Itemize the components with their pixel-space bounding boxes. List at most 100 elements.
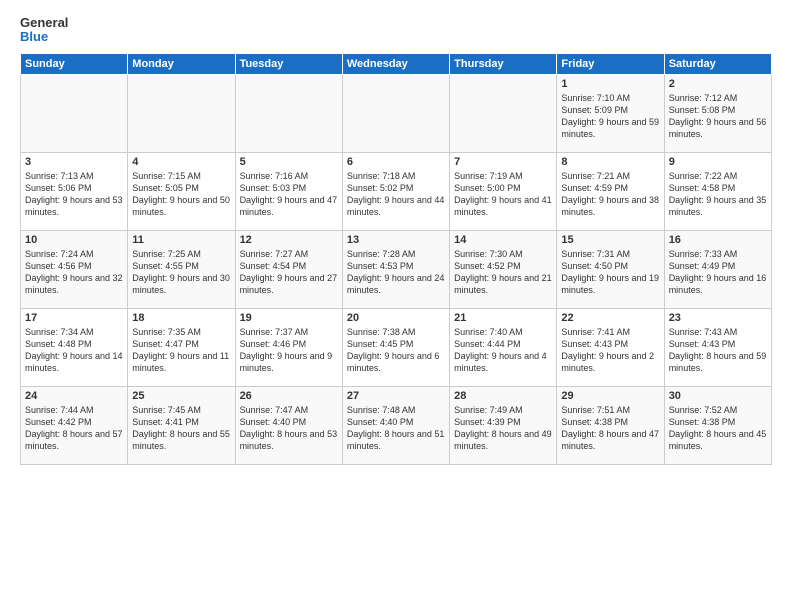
calendar-cell: 9Sunrise: 7:22 AM Sunset: 4:58 PM Daylig… xyxy=(664,152,771,230)
calendar-table: SundayMondayTuesdayWednesdayThursdayFrid… xyxy=(20,53,772,465)
calendar-cell: 25 Sunrise: 7:45 AM Sunset: 4:41 PM Dayli… xyxy=(128,386,235,464)
calendar-cell: 11Sunrise: 7:25 AM Sunset: 4:55 PM Dayli… xyxy=(128,230,235,308)
logo: General Blue General Blue xyxy=(20,16,68,45)
day-number: 27 xyxy=(347,390,445,402)
day-number: 13 xyxy=(347,234,445,246)
day-info: Sunrise: 7:27 AM Sunset: 4:54 PM Dayligh… xyxy=(240,248,338,297)
weekday-header-saturday: Saturday xyxy=(664,53,771,74)
calendar-cell: 15 Sunrise: 7:31 AM Sunset: 4:50 PM Dayli… xyxy=(557,230,664,308)
day-number: 30 xyxy=(669,390,767,402)
day-info: Sunrise: 7:13 AM Sunset: 5:06 PM Dayligh… xyxy=(25,170,123,219)
calendar-week-4: 17 Sunrise: 7:34 AM Sunset: 4:48 PM Dayli… xyxy=(21,308,772,386)
calendar-cell: 6 Sunrise: 7:18 AM Sunset: 5:02 PM Daylig… xyxy=(342,152,449,230)
day-number: 9 xyxy=(669,156,767,168)
day-info: Sunrise: 7:44 AM Sunset: 4:42 PM Dayligh… xyxy=(25,404,123,453)
weekday-header-friday: Friday xyxy=(557,53,664,74)
calendar-cell: 24 Sunrise: 7:44 AM Sunset: 4:42 PM Dayli… xyxy=(21,386,128,464)
day-number: 20 xyxy=(347,312,445,324)
day-number: 29 xyxy=(561,390,659,402)
day-info: Sunrise: 7:16 AM Sunset: 5:03 PM Dayligh… xyxy=(240,170,338,219)
calendar-week-2: 3 Sunrise: 7:13 AM Sunset: 5:06 PM Daylig… xyxy=(21,152,772,230)
day-number: 16 xyxy=(669,234,767,246)
calendar-cell: 7 Sunrise: 7:19 AM Sunset: 5:00 PM Daylig… xyxy=(450,152,557,230)
calendar-week-1: 1 Sunrise: 7:10 AM Sunset: 5:09 PM Daylig… xyxy=(21,74,772,152)
day-number: 19 xyxy=(240,312,338,324)
calendar-cell: 22 Sunrise: 7:41 AM Sunset: 4:43 PM Dayli… xyxy=(557,308,664,386)
calendar-cell: 13 Sunrise: 7:28 AM Sunset: 4:53 PM Dayli… xyxy=(342,230,449,308)
calendar-cell: 28 Sunrise: 7:49 AM Sunset: 4:39 PM Dayli… xyxy=(450,386,557,464)
calendar-cell: 12 Sunrise: 7:27 AM Sunset: 4:54 PM Dayli… xyxy=(235,230,342,308)
day-number: 14 xyxy=(454,234,552,246)
day-number: 7 xyxy=(454,156,552,168)
day-number: 12 xyxy=(240,234,338,246)
calendar-cell: 29 Sunrise: 7:51 AM Sunset: 4:38 PM Dayli… xyxy=(557,386,664,464)
weekday-header-sunday: Sunday xyxy=(21,53,128,74)
calendar-cell: 27 Sunrise: 7:48 AM Sunset: 4:40 PM Dayli… xyxy=(342,386,449,464)
logo-blue: Blue xyxy=(20,30,68,44)
calendar-cell xyxy=(21,74,128,152)
calendar-cell: 16 Sunrise: 7:33 AM Sunset: 4:49 PM Dayli… xyxy=(664,230,771,308)
calendar-cell: 19 Sunrise: 7:37 AM Sunset: 4:46 PM Dayli… xyxy=(235,308,342,386)
day-number: 23 xyxy=(669,312,767,324)
calendar-cell: 10Sunrise: 7:24 AM Sunset: 4:56 PM Dayli… xyxy=(21,230,128,308)
weekday-header-thursday: Thursday xyxy=(450,53,557,74)
day-info: Sunrise: 7:51 AM Sunset: 4:38 PM Dayligh… xyxy=(561,404,659,453)
day-info: Sunrise: 7:37 AM Sunset: 4:46 PM Dayligh… xyxy=(240,326,338,375)
calendar-cell xyxy=(128,74,235,152)
weekday-header-tuesday: Tuesday xyxy=(235,53,342,74)
day-info: Sunrise: 7:28 AM Sunset: 4:53 PM Dayligh… xyxy=(347,248,445,297)
day-number: 3 xyxy=(25,156,123,168)
calendar-cell: 17 Sunrise: 7:34 AM Sunset: 4:48 PM Dayli… xyxy=(21,308,128,386)
day-info: Sunrise: 7:12 AM Sunset: 5:08 PM Dayligh… xyxy=(669,92,767,141)
day-number: 5 xyxy=(240,156,338,168)
day-number: 1 xyxy=(561,78,659,90)
day-number: 4 xyxy=(132,156,230,168)
calendar-cell: 21 Sunrise: 7:40 AM Sunset: 4:44 PM Dayli… xyxy=(450,308,557,386)
day-info: Sunrise: 7:47 AM Sunset: 4:40 PM Dayligh… xyxy=(240,404,338,453)
calendar-cell: 3 Sunrise: 7:13 AM Sunset: 5:06 PM Daylig… xyxy=(21,152,128,230)
calendar-week-5: 24 Sunrise: 7:44 AM Sunset: 4:42 PM Dayli… xyxy=(21,386,772,464)
day-info: Sunrise: 7:43 AM Sunset: 4:43 PM Dayligh… xyxy=(669,326,767,375)
day-number: 17 xyxy=(25,312,123,324)
calendar-cell: 23 Sunrise: 7:43 AM Sunset: 4:43 PM Dayli… xyxy=(664,308,771,386)
calendar-week-3: 10Sunrise: 7:24 AM Sunset: 4:56 PM Dayli… xyxy=(21,230,772,308)
day-info: Sunrise: 7:18 AM Sunset: 5:02 PM Dayligh… xyxy=(347,170,445,219)
calendar-cell: 1 Sunrise: 7:10 AM Sunset: 5:09 PM Daylig… xyxy=(557,74,664,152)
day-number: 21 xyxy=(454,312,552,324)
day-info: Sunrise: 7:33 AM Sunset: 4:49 PM Dayligh… xyxy=(669,248,767,297)
day-info: Sunrise: 7:31 AM Sunset: 4:50 PM Dayligh… xyxy=(561,248,659,297)
day-info: Sunrise: 7:49 AM Sunset: 4:39 PM Dayligh… xyxy=(454,404,552,453)
calendar-cell: 26Sunrise: 7:47 AM Sunset: 4:40 PM Dayli… xyxy=(235,386,342,464)
day-info: Sunrise: 7:10 AM Sunset: 5:09 PM Dayligh… xyxy=(561,92,659,141)
day-number: 10 xyxy=(25,234,123,246)
calendar-cell: 5 Sunrise: 7:16 AM Sunset: 5:03 PM Daylig… xyxy=(235,152,342,230)
day-number: 15 xyxy=(561,234,659,246)
calendar-cell xyxy=(342,74,449,152)
day-info: Sunrise: 7:25 AM Sunset: 4:55 PM Dayligh… xyxy=(132,248,230,297)
day-info: Sunrise: 7:21 AM Sunset: 4:59 PM Dayligh… xyxy=(561,170,659,219)
day-info: Sunrise: 7:19 AM Sunset: 5:00 PM Dayligh… xyxy=(454,170,552,219)
weekday-header-row: SundayMondayTuesdayWednesdayThursdayFrid… xyxy=(21,53,772,74)
day-info: Sunrise: 7:15 AM Sunset: 5:05 PM Dayligh… xyxy=(132,170,230,219)
day-info: Sunrise: 7:52 AM Sunset: 4:38 PM Dayligh… xyxy=(669,404,767,453)
weekday-header-monday: Monday xyxy=(128,53,235,74)
day-info: Sunrise: 7:41 AM Sunset: 4:43 PM Dayligh… xyxy=(561,326,659,375)
day-number: 22 xyxy=(561,312,659,324)
day-number: 8 xyxy=(561,156,659,168)
day-info: Sunrise: 7:35 AM Sunset: 4:47 PM Dayligh… xyxy=(132,326,230,375)
day-info: Sunrise: 7:30 AM Sunset: 4:52 PM Dayligh… xyxy=(454,248,552,297)
day-info: Sunrise: 7:40 AM Sunset: 4:44 PM Dayligh… xyxy=(454,326,552,375)
logo-general: General xyxy=(20,16,68,30)
day-info: Sunrise: 7:38 AM Sunset: 4:45 PM Dayligh… xyxy=(347,326,445,375)
calendar-cell xyxy=(450,74,557,152)
day-number: 6 xyxy=(347,156,445,168)
calendar-cell: 2Sunrise: 7:12 AM Sunset: 5:08 PM Daylig… xyxy=(664,74,771,152)
day-info: Sunrise: 7:48 AM Sunset: 4:40 PM Dayligh… xyxy=(347,404,445,453)
header: General Blue General Blue xyxy=(20,16,772,45)
calendar-cell: 20 Sunrise: 7:38 AM Sunset: 4:45 PM Dayli… xyxy=(342,308,449,386)
day-info: Sunrise: 7:45 AM Sunset: 4:41 PM Dayligh… xyxy=(132,404,230,453)
day-number: 28 xyxy=(454,390,552,402)
day-number: 24 xyxy=(25,390,123,402)
day-info: Sunrise: 7:34 AM Sunset: 4:48 PM Dayligh… xyxy=(25,326,123,375)
day-number: 25 xyxy=(132,390,230,402)
